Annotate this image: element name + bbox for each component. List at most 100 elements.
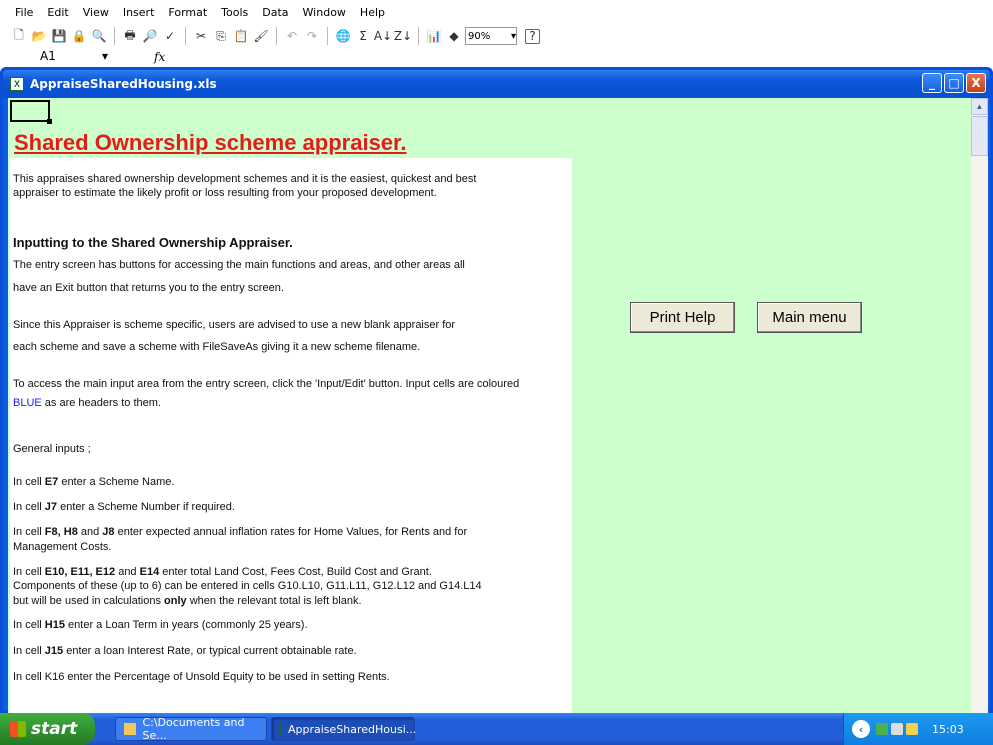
workbook-window: X AppraiseSharedHousing.xls _ □ X Shared…: [0, 67, 993, 713]
save-icon[interactable]: 💾: [50, 27, 68, 45]
print-help-button[interactable]: Print Help: [630, 302, 735, 333]
help-text-box: This appraises shared ownership developm…: [10, 158, 572, 713]
help-line: In cell J15 enter a loan Interest Rate, …: [13, 644, 357, 659]
cell-ref: J8: [102, 526, 115, 538]
help-line: The entry screen has buttons for accessi…: [13, 259, 465, 271]
menu-help[interactable]: Help: [353, 6, 392, 19]
help-text: and: [115, 566, 140, 578]
menu-data[interactable]: Data: [255, 6, 295, 19]
menu-insert[interactable]: Insert: [116, 6, 162, 19]
sort-descending-icon[interactable]: Z↓: [394, 27, 412, 45]
cell-ref: J7: [44, 501, 58, 513]
network-icon[interactable]: [876, 723, 888, 735]
help-line: In cell F8, H8 and J8 enter expected ann…: [13, 525, 467, 540]
help-text: when the relevant total is left blank.: [186, 595, 362, 607]
help-text: enter expected annual inflation rates fo…: [114, 526, 468, 538]
help-text: as are headers to them.: [41, 397, 161, 409]
help-icon[interactable]: ?: [525, 28, 540, 44]
spelling-icon[interactable]: ✓: [161, 27, 179, 45]
sheet-heading: Shared Ownership scheme appraiser.: [14, 130, 407, 155]
excel-file-icon: X: [10, 77, 24, 91]
task-label: C:\Documents and Se...: [142, 716, 245, 742]
drawing-icon[interactable]: ◆: [445, 27, 463, 45]
help-line: In cell E10, E11, E12 and E14 enter tota…: [13, 565, 432, 580]
help-text: In cell: [13, 645, 45, 657]
menu-file[interactable]: File: [8, 6, 40, 19]
format-painter-icon[interactable]: 🖌: [252, 27, 270, 45]
chart-wizard-icon[interactable]: 📊: [425, 27, 443, 45]
menu-format[interactable]: Format: [161, 6, 214, 19]
cell-ref: H15: [44, 619, 65, 631]
help-line: In cell H15 enter a Loan Term in years (…: [13, 618, 308, 633]
cell-ref: J15: [44, 645, 64, 657]
taskbar: start C:\Documents and Se... AppraiseSha…: [0, 713, 993, 745]
main-menu-button[interactable]: Main menu: [757, 302, 862, 333]
sort-ascending-icon[interactable]: A↓: [374, 27, 392, 45]
help-text: enter a Scheme Number if required.: [57, 501, 235, 513]
help-line: each scheme and save a scheme with FileS…: [13, 341, 421, 353]
chevron-down-icon: ▾: [101, 49, 108, 63]
scroll-up-icon[interactable]: ▲: [971, 98, 988, 115]
excel-file-icon: [280, 723, 282, 735]
undo-icon[interactable]: ↶: [283, 27, 301, 45]
start-button[interactable]: start: [0, 713, 95, 745]
hyperlink-icon[interactable]: 🌐: [334, 27, 352, 45]
maximize-button[interactable]: □: [944, 73, 964, 93]
toolbar-separator: [114, 27, 115, 45]
menu-view[interactable]: View: [76, 6, 116, 19]
help-line: In cell K16 enter the Percentage of Unso…: [13, 671, 390, 683]
zoom-value: 90%: [468, 30, 491, 42]
minimize-button[interactable]: _: [922, 73, 942, 93]
blue-word: BLUE: [13, 397, 42, 409]
fill-handle[interactable]: [47, 119, 52, 124]
toolbar-separator: [185, 27, 186, 45]
cell-ref: E7: [44, 476, 59, 488]
search-icon[interactable]: 🔍: [90, 27, 108, 45]
menu-tools[interactable]: Tools: [214, 6, 255, 19]
name-box[interactable]: A1 ▾: [4, 49, 114, 64]
menu-window[interactable]: Window: [296, 6, 353, 19]
help-text: In cell: [13, 566, 45, 578]
cut-icon[interactable]: ✂: [192, 27, 210, 45]
copy-icon[interactable]: ⎘: [212, 27, 230, 45]
taskbar-item-explorer[interactable]: C:\Documents and Se...: [115, 716, 267, 742]
window-title-bar[interactable]: X AppraiseSharedHousing.xls _ □ X: [3, 70, 990, 98]
autosum-icon[interactable]: Σ: [354, 27, 372, 45]
print-icon[interactable]: 🖶: [121, 27, 139, 45]
help-text: In cell: [13, 476, 45, 488]
zoom-select[interactable]: 90% ▾: [465, 27, 517, 45]
worksheet[interactable]: Shared Ownership scheme appraiser. This …: [8, 98, 971, 713]
help-text: enter a loan Interest Rate, or typical c…: [63, 645, 357, 657]
open-folder-icon[interactable]: 📂: [30, 27, 48, 45]
menu-bar: File Edit View Insert Format Tools Data …: [0, 0, 993, 24]
vertical-scrollbar[interactable]: ▲: [971, 98, 988, 713]
new-document-icon[interactable]: 🗋: [10, 27, 28, 45]
toolbar-separator: [418, 27, 419, 45]
help-line: appraiser to estimate the likely profit …: [13, 187, 437, 199]
formula-input[interactable]: [173, 49, 993, 64]
function-icon[interactable]: fx: [154, 50, 165, 64]
taskbar-item-excel[interactable]: AppraiseSharedHousi...: [271, 717, 416, 741]
help-text: In cell: [13, 501, 45, 513]
redo-icon[interactable]: ↷: [303, 27, 321, 45]
close-button[interactable]: X: [966, 73, 986, 93]
volume-icon[interactable]: [891, 723, 903, 735]
help-line: General inputs ;: [13, 443, 91, 455]
chevron-left-icon[interactable]: ‹: [852, 720, 870, 738]
help-subheading: Inputting to the Shared Ownership Apprai…: [13, 235, 293, 250]
toolbar-separator: [327, 27, 328, 45]
help-line: BLUE as are headers to them.: [13, 396, 161, 411]
cell-ref: E10, E11, E12: [44, 566, 116, 578]
scroll-thumb[interactable]: [971, 116, 988, 156]
active-cell[interactable]: [10, 100, 52, 124]
help-text: enter a Loan Term in years (commonly 25 …: [64, 619, 308, 631]
print-preview-icon[interactable]: 🔎: [141, 27, 159, 45]
permission-icon[interactable]: 🔒: [70, 27, 88, 45]
help-line: Management Costs.: [13, 541, 112, 553]
paste-icon[interactable]: 📋: [232, 27, 250, 45]
security-icon[interactable]: [906, 723, 918, 735]
menu-edit[interactable]: Edit: [40, 6, 75, 19]
help-text: but will be used in calculations: [13, 595, 165, 607]
cell-ref: E14: [139, 566, 160, 578]
help-line: To access the main input area from the e…: [13, 378, 520, 390]
